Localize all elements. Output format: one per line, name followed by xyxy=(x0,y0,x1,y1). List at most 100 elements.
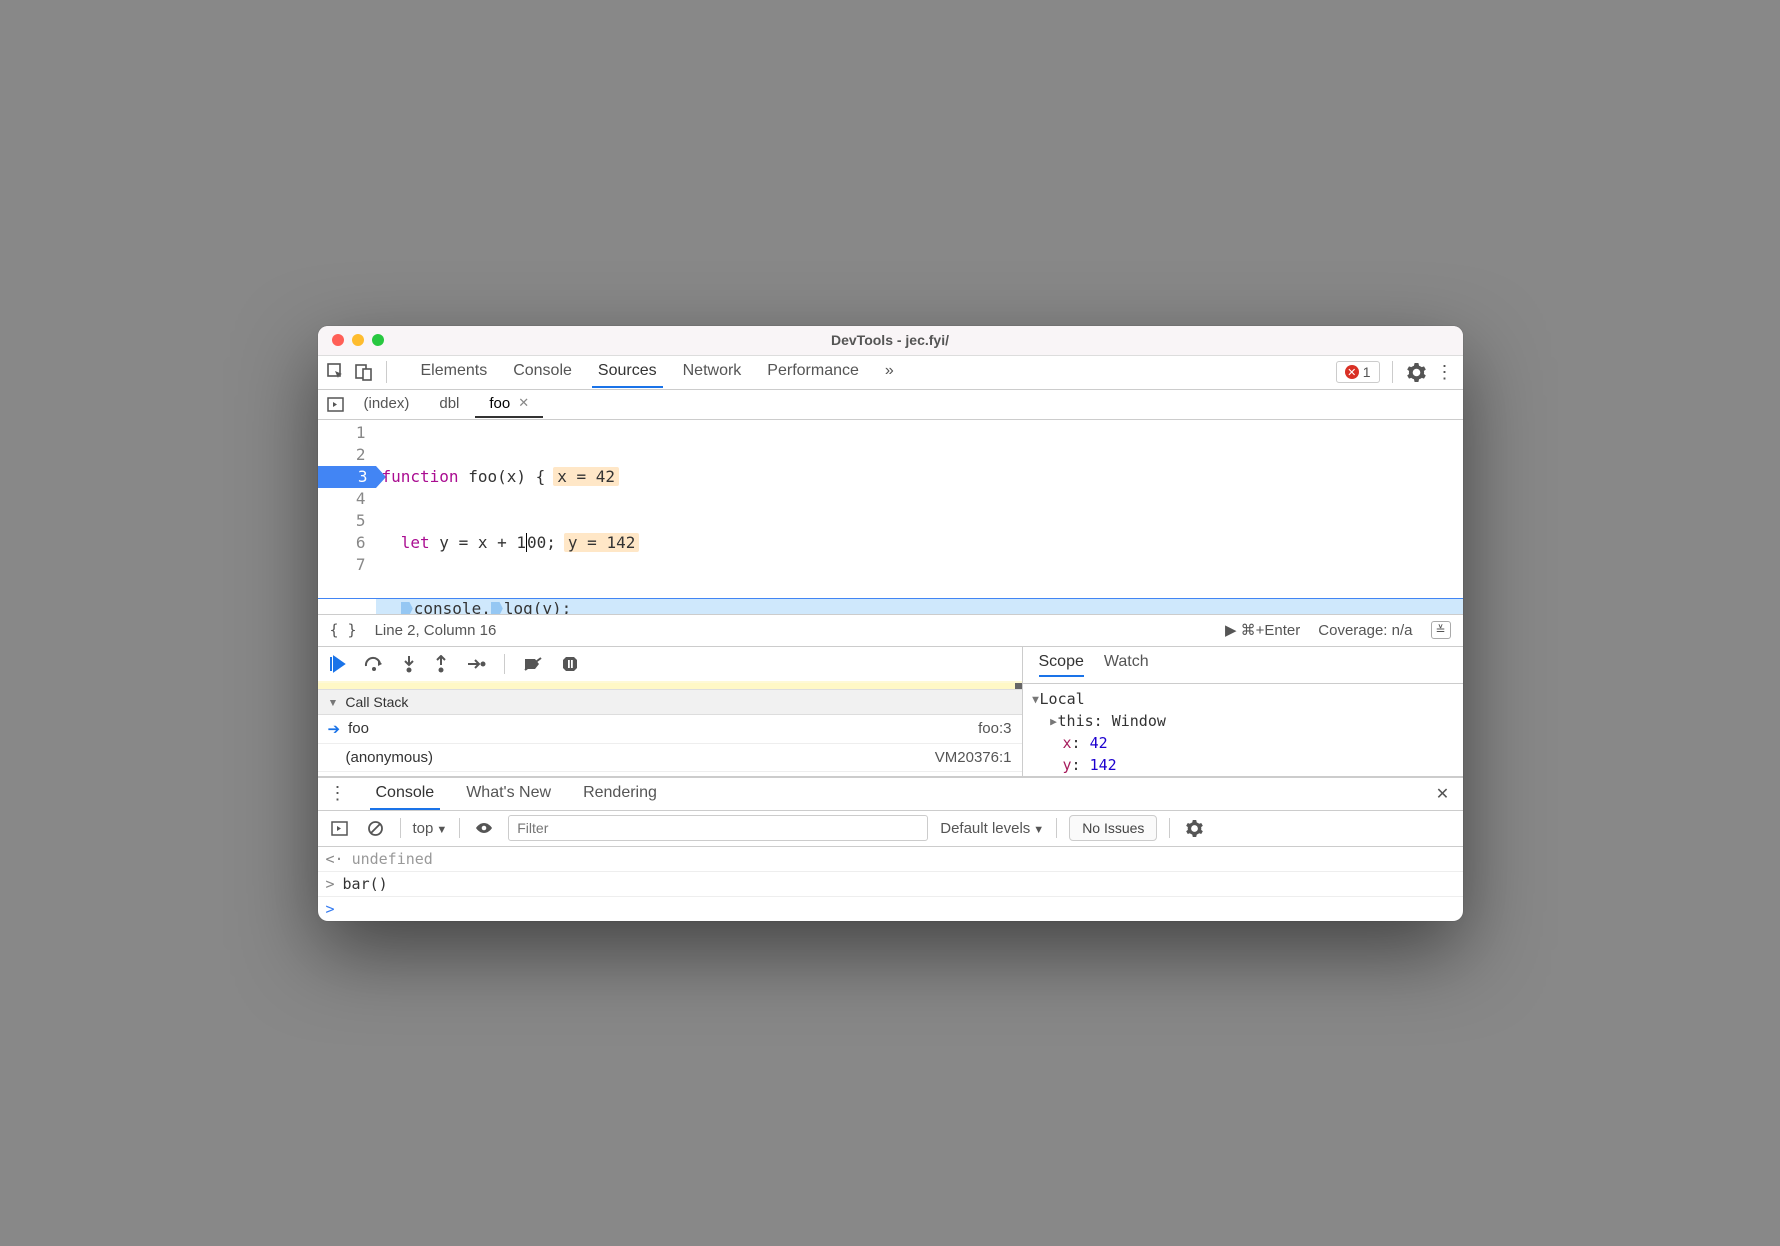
file-tab-foo[interactable]: foo ✕ xyxy=(475,391,543,418)
devtools-window: DevTools - jec.fyi/ Elements Console Sou… xyxy=(318,326,1463,921)
code-line: function foo(x) {x = 42 xyxy=(376,466,1463,488)
show-navigator-icon[interactable] xyxy=(324,392,348,416)
console-settings-icon[interactable] xyxy=(1182,816,1206,840)
console-input-row: > bar() xyxy=(318,872,1463,897)
scope-item[interactable]: x: 42 xyxy=(1031,732,1455,754)
console-prefix: <· xyxy=(326,850,344,868)
stack-frame-name: (anonymous) xyxy=(346,749,434,766)
collapse-icon[interactable]: ≚ xyxy=(1431,621,1451,639)
editor-status-bar: { } Line 2, Column 16 ▶ ⌘+Enter Coverage… xyxy=(318,615,1463,647)
kebab-menu-icon[interactable]: ⋮ xyxy=(1433,360,1457,384)
inspect-element-icon[interactable] xyxy=(324,360,348,384)
window-title: DevTools - jec.fyi/ xyxy=(318,332,1463,348)
console-prefix: > xyxy=(326,900,335,918)
step-over-button[interactable] xyxy=(364,656,384,672)
error-count: 1 xyxy=(1363,364,1371,380)
resume-button[interactable] xyxy=(328,655,346,673)
console-body[interactable]: <· undefined > bar() > xyxy=(318,847,1463,921)
divider xyxy=(1169,818,1170,838)
console-toolbar: top▼ Default levels▼ No Issues xyxy=(318,811,1463,847)
deactivate-breakpoints-button[interactable] xyxy=(523,656,543,672)
line-number[interactable]: 2 xyxy=(318,444,366,466)
line-number[interactable]: 1 xyxy=(318,422,366,444)
clear-console-icon[interactable] xyxy=(364,816,388,840)
line-number-paused[interactable]: 3 xyxy=(318,466,376,488)
error-icon: ✕ xyxy=(1345,365,1359,379)
file-tab-index[interactable]: (index) xyxy=(350,391,424,418)
console-prompt-row[interactable]: > xyxy=(318,897,1463,921)
console-sidebar-icon[interactable] xyxy=(328,816,352,840)
stack-frame[interactable]: ➔ foo foo:3 xyxy=(318,715,1022,744)
tab-performance[interactable]: Performance xyxy=(761,356,865,388)
inline-value-hint: y = 142 xyxy=(564,533,639,552)
divider xyxy=(1392,361,1393,383)
step-button[interactable] xyxy=(466,657,486,671)
issues-button[interactable]: No Issues xyxy=(1069,815,1157,841)
line-gutter[interactable]: 1 2 3 4 5 6 7 xyxy=(318,420,376,614)
coverage-status: Coverage: n/a xyxy=(1318,622,1412,639)
tab-elements[interactable]: Elements xyxy=(415,356,494,388)
main-toolbar: Elements Console Sources Network Perform… xyxy=(318,356,1463,390)
tab-overflow[interactable]: » xyxy=(879,356,900,388)
tab-sources[interactable]: Sources xyxy=(592,356,663,388)
run-snippet-hint[interactable]: ▶ ⌘+Enter xyxy=(1225,621,1300,639)
drawer-tabs: ⋮ Console What's New Rendering ✕ xyxy=(318,777,1463,811)
scope-item[interactable]: ▶this: Window xyxy=(1031,710,1455,732)
tab-scope[interactable]: Scope xyxy=(1039,653,1084,677)
scope-watch-tabs: Scope Watch xyxy=(1023,647,1463,684)
tab-network[interactable]: Network xyxy=(677,356,748,388)
log-level-selector[interactable]: Default levels▼ xyxy=(940,820,1044,837)
live-expression-icon[interactable] xyxy=(472,816,496,840)
inline-value-hint: x = 42 xyxy=(553,467,619,486)
step-into-button[interactable] xyxy=(402,655,416,673)
console-filter-input[interactable] xyxy=(508,815,928,841)
close-icon[interactable]: ✕ xyxy=(518,395,529,411)
console-text: bar() xyxy=(343,875,388,893)
cursor-position: Line 2, Column 16 xyxy=(375,622,497,639)
error-count-badge[interactable]: ✕ 1 xyxy=(1336,361,1380,383)
close-drawer-icon[interactable]: ✕ xyxy=(1431,782,1455,806)
scope-group[interactable]: ▼Local xyxy=(1031,688,1455,710)
drawer-tab-whatsnew[interactable]: What's New xyxy=(460,778,557,810)
context-selector[interactable]: top▼ xyxy=(413,820,448,837)
stack-frame[interactable]: (anonymous) VM20376:1 xyxy=(318,744,1022,772)
debugger-left-pane: ▼Call Stack ➔ foo foo:3 (anonymous) VM20… xyxy=(318,647,1023,776)
step-marker-icon xyxy=(491,602,503,615)
drawer-tab-console[interactable]: Console xyxy=(370,778,441,810)
divider xyxy=(459,818,460,838)
console-text: undefined xyxy=(352,850,433,868)
line-number[interactable]: 5 xyxy=(318,510,366,532)
code-line-paused: console.log(y); xyxy=(376,598,1463,615)
debugger-right-pane: Scope Watch ▼Local ▶this: Window x: 42 y… xyxy=(1023,647,1463,776)
code-editor[interactable]: 1 2 3 4 5 6 7 function foo(x) {x = 42 le… xyxy=(318,420,1463,615)
line-number[interactable]: 6 xyxy=(318,532,366,554)
debugger-toolbar xyxy=(318,647,1022,683)
drawer-tab-rendering[interactable]: Rendering xyxy=(577,778,663,810)
tab-console[interactable]: Console xyxy=(507,356,578,388)
line-number[interactable]: 7 xyxy=(318,554,366,576)
kebab-menu-icon[interactable]: ⋮ xyxy=(326,782,350,806)
stack-frame-name: foo xyxy=(348,720,369,737)
divider xyxy=(386,361,387,383)
pretty-print-button[interactable]: { } xyxy=(330,621,357,639)
panel-tabs: Elements Console Sources Network Perform… xyxy=(415,356,900,388)
console-output-row: <· undefined xyxy=(318,847,1463,872)
step-marker-icon xyxy=(401,602,413,615)
stack-frame-location: VM20376:1 xyxy=(935,749,1012,766)
file-tab-dbl[interactable]: dbl xyxy=(425,391,473,418)
console-prefix: > xyxy=(326,875,335,893)
settings-icon[interactable] xyxy=(1405,360,1429,384)
step-out-button[interactable] xyxy=(434,655,448,673)
tab-watch[interactable]: Watch xyxy=(1104,653,1149,677)
pause-on-exceptions-button[interactable] xyxy=(561,655,579,673)
divider xyxy=(400,818,401,838)
call-stack-header[interactable]: ▼Call Stack xyxy=(318,689,1022,715)
debugger-panes: ▼Call Stack ➔ foo foo:3 (anonymous) VM20… xyxy=(318,647,1463,777)
stack-frame-location: foo:3 xyxy=(978,720,1011,737)
scope-item[interactable]: y: 142 xyxy=(1031,754,1455,776)
file-tabs: (index) dbl foo ✕ xyxy=(318,390,1463,420)
line-number[interactable]: 4 xyxy=(318,488,366,510)
titlebar: DevTools - jec.fyi/ xyxy=(318,326,1463,356)
code-body[interactable]: function foo(x) {x = 42 let y = x + 100;… xyxy=(376,420,1463,614)
device-toolbar-icon[interactable] xyxy=(352,360,376,384)
